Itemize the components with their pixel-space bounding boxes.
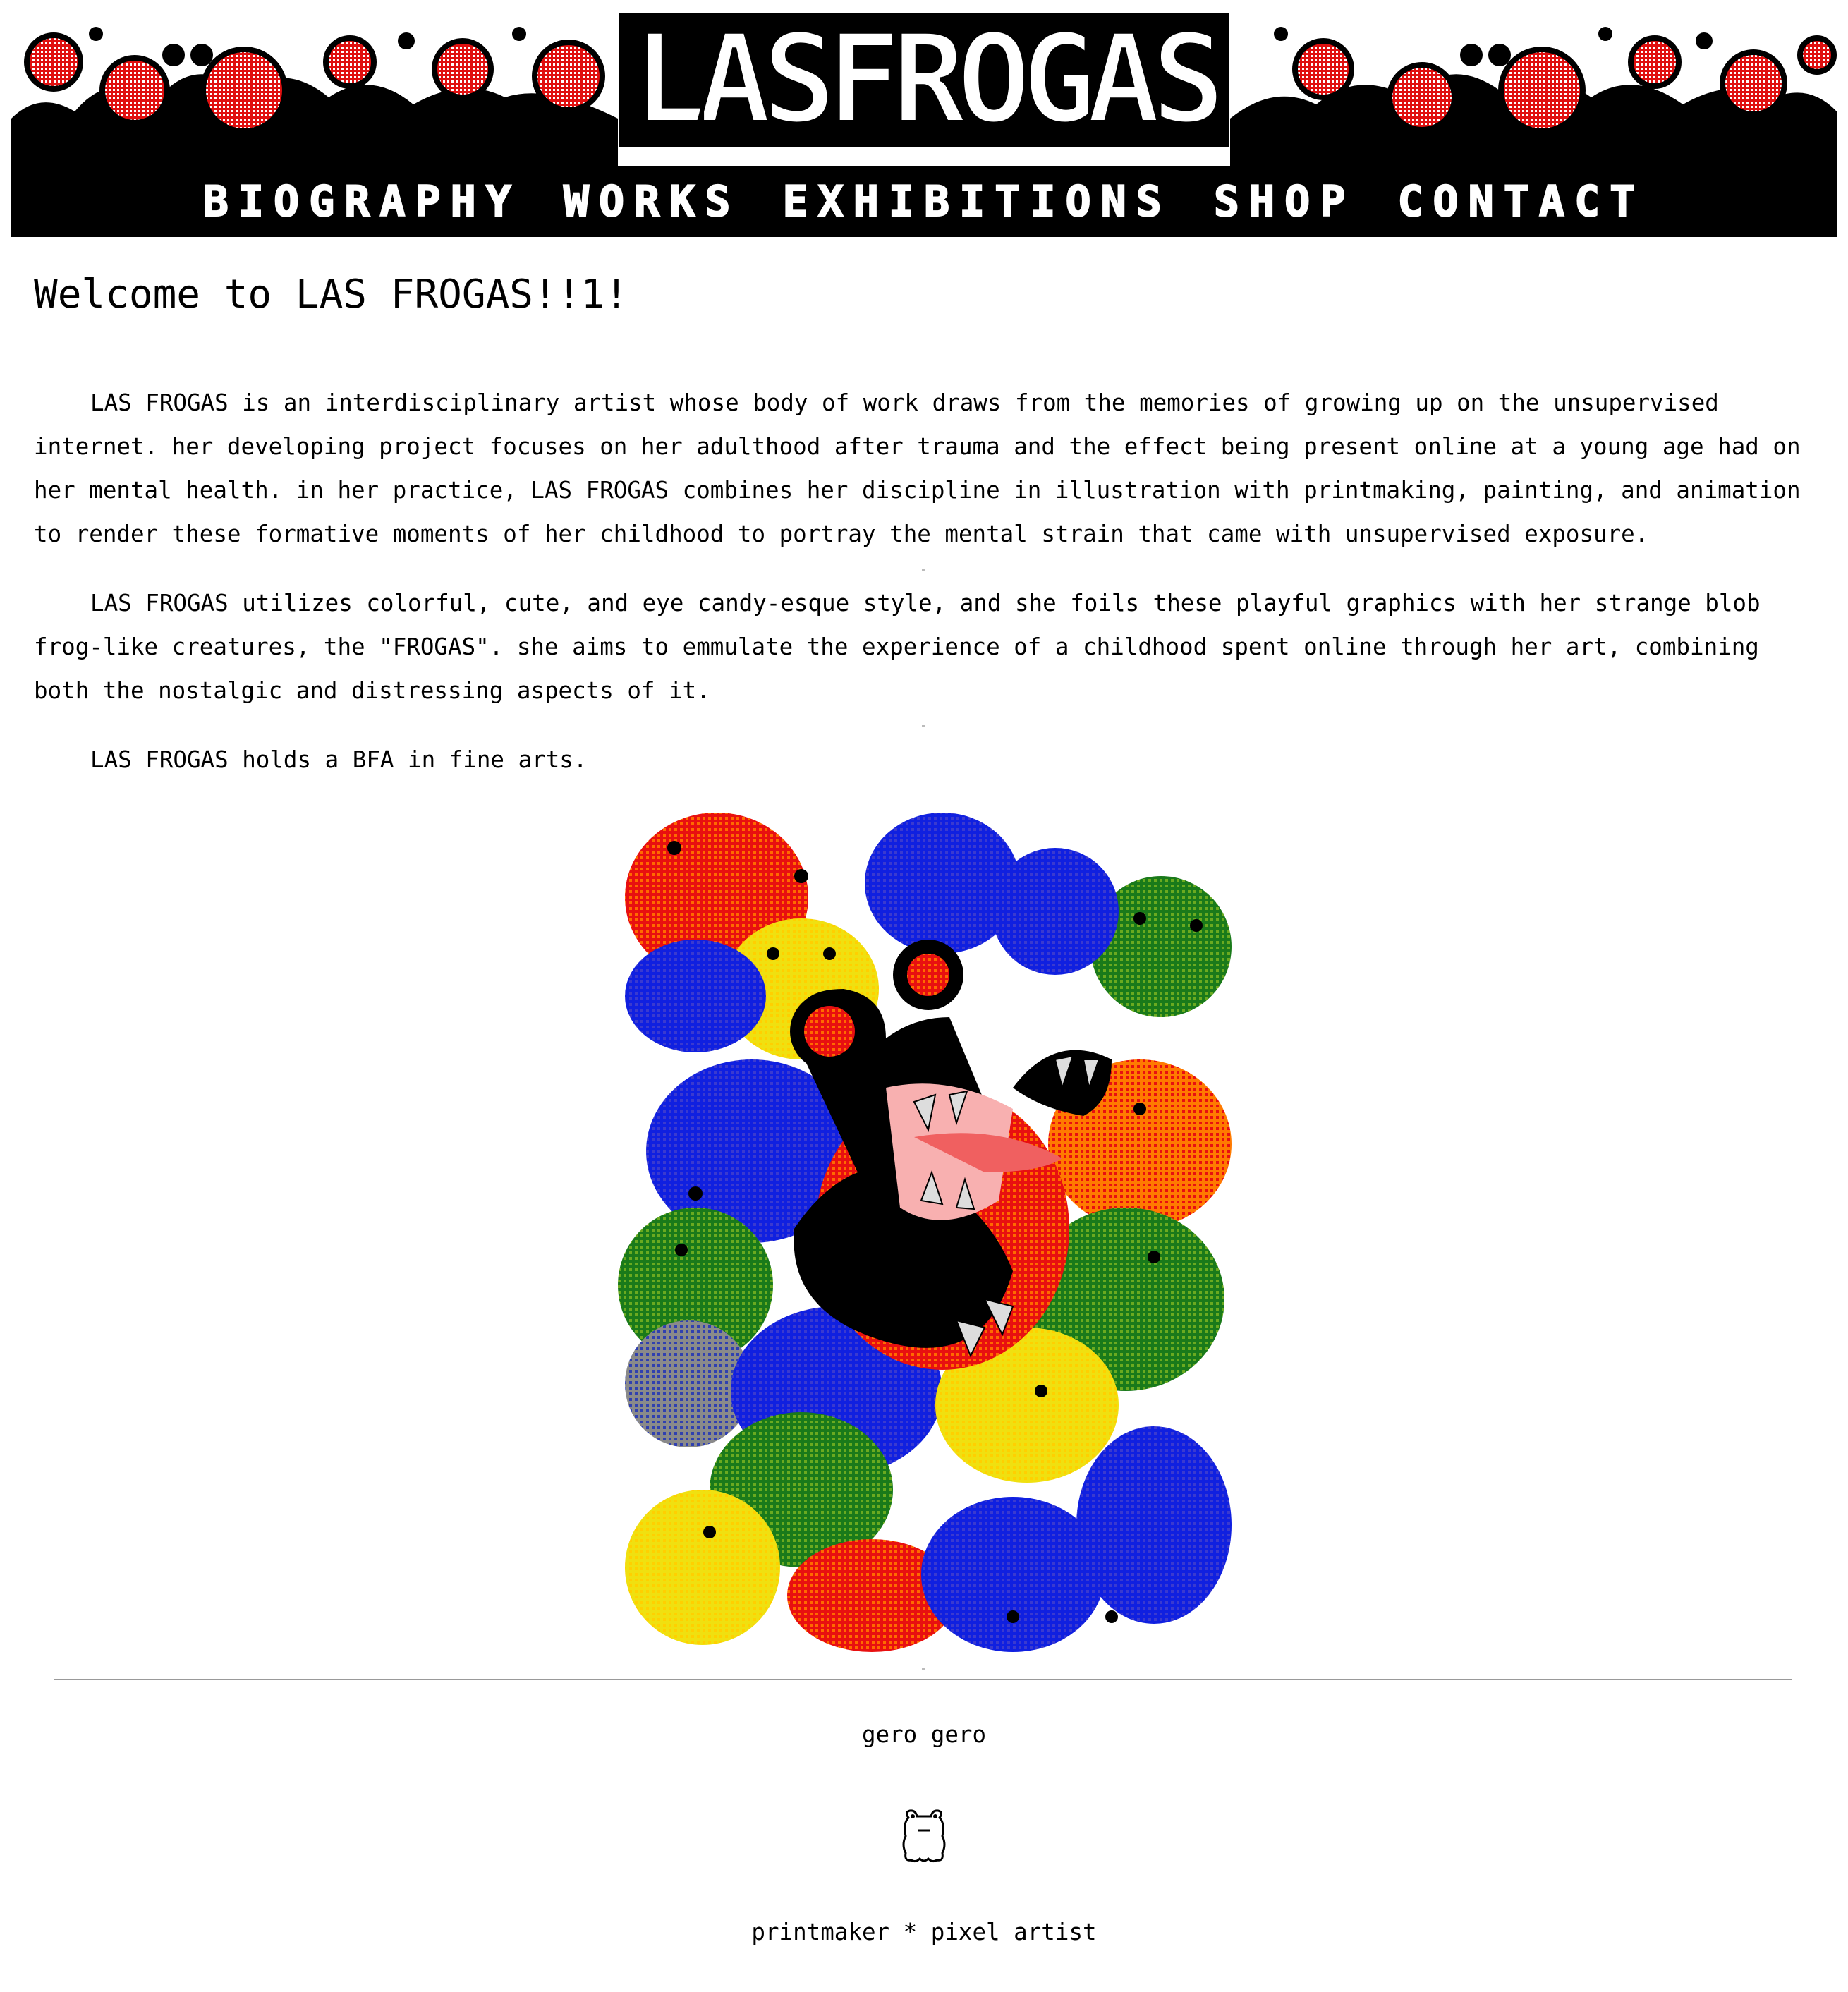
footer-roles: printmaker * pixel artist — [751, 1919, 1097, 1945]
footer-tagline: gero gero — [861, 1721, 987, 1748]
frog-icon — [902, 1809, 946, 1863]
nav-works[interactable]: WORKS — [563, 180, 741, 224]
separator-dot — [922, 1668, 925, 1670]
frog-artwork-image — [618, 813, 1232, 1652]
nav-biography[interactable]: BIOGRAPHY — [202, 180, 521, 224]
separator-dot — [922, 569, 925, 571]
page-title: Welcome to LAS FROGAS!!1! — [34, 272, 628, 317]
nav-exhibitions[interactable]: EXHIBITIONS — [782, 180, 1172, 224]
main-nav: BIOGRAPHY WORKS EXHIBITIONS SHOP CONTACT — [11, 166, 1837, 237]
site-logo[interactable]: LASFROGAS — [619, 13, 1229, 147]
nav-contact[interactable]: CONTACT — [1397, 180, 1645, 224]
bio-paragraph-2: LAS FROGAS utilizes colorful, cute, and … — [34, 590, 1761, 704]
footer-divider — [54, 1679, 1792, 1680]
header-banner: LASFROGAS BIOGRAPHY WORKS EXHIBITIONS SH… — [11, 13, 1837, 237]
logo-plate: LASFROGAS — [619, 13, 1229, 147]
bio-paragraph-1: LAS FROGAS is an interdisciplinary artis… — [34, 389, 1801, 547]
nav-shop[interactable]: SHOP — [1213, 180, 1356, 224]
bio-paragraph-3: LAS FROGAS holds a BFA in fine arts. — [90, 746, 588, 773]
separator-dot — [922, 725, 925, 727]
